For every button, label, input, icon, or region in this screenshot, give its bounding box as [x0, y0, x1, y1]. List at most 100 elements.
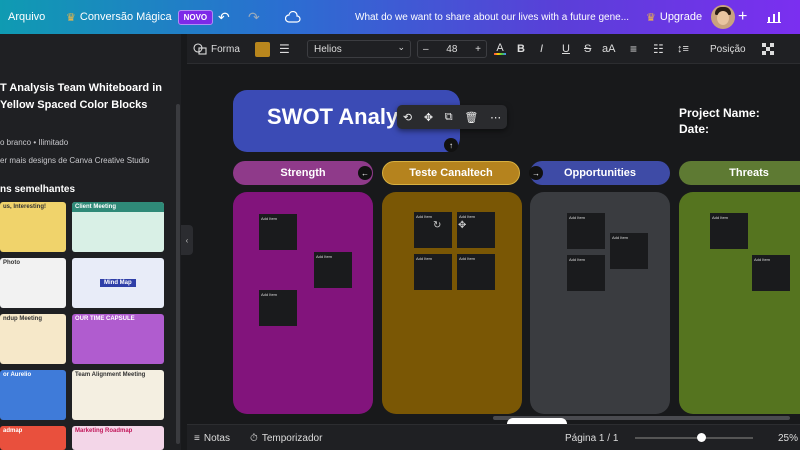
- sticky-note[interactable]: Add Item: [752, 255, 790, 291]
- template-thumb[interactable]: admap: [0, 426, 66, 450]
- text-color-button[interactable]: A: [493, 34, 507, 64]
- column-teste-canaltech[interactable]: Add Item Add Item Add Item Add Item ↻ ✥: [382, 192, 522, 414]
- crown-icon: ♛: [646, 11, 656, 24]
- sticky-note[interactable]: Add Item: [610, 233, 648, 269]
- color-swatch: [255, 41, 270, 57]
- thumb-label: Team Alignment Meeting: [75, 372, 146, 378]
- template-thumb[interactable]: Team Alignment Meeting: [72, 370, 164, 420]
- template-title: T Analysis Team Whiteboard in Yellow Spa…: [0, 82, 162, 111]
- document-title[interactable]: What do we want to share about our lives…: [355, 0, 629, 34]
- move-icon[interactable]: ✥: [458, 220, 466, 231]
- collapse-panel-button[interactable]: ‹: [181, 225, 193, 255]
- rotate-icon[interactable]: ⟲: [403, 111, 412, 124]
- increase-size-button[interactable]: +: [475, 44, 481, 55]
- template-thumb[interactable]: ndup Meeting: [0, 314, 66, 364]
- page-indicator-text: Página 1 / 1: [565, 432, 619, 444]
- position-button[interactable]: Posição: [710, 34, 746, 64]
- border-style-icon[interactable]: ☰: [279, 34, 290, 64]
- underline-button[interactable]: U: [562, 34, 570, 64]
- project-name-label: Project Name:: [679, 106, 760, 120]
- panel-scrollbar[interactable]: [176, 104, 180, 444]
- swot-title[interactable]: SWOT Analy: [267, 104, 398, 130]
- upgrade-button[interactable]: ♛ Upgrade: [646, 0, 702, 34]
- notes-button[interactable]: ≡ Notas: [194, 425, 230, 450]
- rotate-icon[interactable]: ↻: [433, 220, 441, 231]
- font-select[interactable]: Helios ⌄: [307, 40, 411, 58]
- arrow-up-icon[interactable]: ↑: [444, 138, 458, 152]
- trash-icon[interactable]: 🗑: [464, 111, 478, 124]
- sticky-note[interactable]: Add Item: [567, 213, 605, 249]
- similar-heading: ns semelhantes: [0, 184, 76, 195]
- sticky-note[interactable]: Add Item: [710, 213, 748, 249]
- thumb-label: ndup Meeting: [3, 316, 42, 322]
- zoom-slider[interactable]: [635, 437, 753, 439]
- header-threats[interactable]: Threats: [679, 161, 800, 185]
- shape-button[interactable]: Forma: [193, 34, 240, 64]
- arrow-left-icon[interactable]: ←: [358, 166, 372, 180]
- page-indicator[interactable]: Página 1 / 1: [565, 425, 618, 450]
- duplicate-icon[interactable]: ⧉: [445, 111, 453, 124]
- column-threats[interactable]: Add Item Add Item: [679, 192, 800, 414]
- crown-icon: ♛: [66, 11, 76, 24]
- decrease-size-button[interactable]: –: [423, 44, 429, 55]
- sticky-note[interactable]: Add Item: [259, 290, 297, 326]
- font-size-stepper[interactable]: – 48 +: [417, 40, 487, 58]
- sticky-note[interactable]: Add Item: [567, 255, 605, 291]
- header-strength[interactable]: Strength: [233, 161, 373, 185]
- column-opportunities[interactable]: Add Item Add Item Add Item: [530, 192, 670, 414]
- sticky-note[interactable]: Add Item: [414, 254, 452, 290]
- shape-label: Forma: [211, 43, 240, 55]
- avatar-face: [717, 11, 729, 25]
- template-thumb[interactable]: Photo: [0, 258, 66, 308]
- align-icon[interactable]: ≡: [630, 34, 637, 64]
- whiteboard-canvas[interactable]: SWOT Analy ⟲ ✥ ⧉ 🗑 ⋯ Project Name: Date:…: [193, 64, 800, 424]
- text-case-button[interactable]: aA: [602, 34, 615, 64]
- strikethrough-button[interactable]: S: [584, 34, 591, 64]
- template-thumb[interactable]: or Aurelio: [0, 370, 66, 420]
- sticky-note[interactable]: Add Item: [314, 252, 352, 288]
- date-label: Date:: [679, 122, 710, 136]
- template-thumb[interactable]: Mind Map: [72, 258, 164, 308]
- magic-switch-button[interactable]: ♛ Conversão Mágica NOVO: [66, 0, 214, 34]
- template-thumb[interactable]: Marketing Roadmap: [72, 426, 164, 450]
- italic-button[interactable]: I: [540, 34, 543, 64]
- template-meta: o branco • Ilimitado: [0, 138, 69, 147]
- zoom-level[interactable]: 25%: [778, 425, 798, 450]
- font-select-value: Helios: [314, 43, 342, 55]
- header-opportunities[interactable]: Opportunities: [530, 161, 670, 185]
- chevron-down-icon: ⌄: [397, 42, 405, 52]
- analytics-icon[interactable]: [767, 0, 781, 34]
- sticky-note[interactable]: Add Item: [457, 254, 495, 290]
- thumb-label: us, Interesting!: [3, 204, 47, 210]
- font-size-value[interactable]: 48: [446, 44, 457, 55]
- undo-icon[interactable]: ↶: [218, 0, 230, 34]
- move-icon[interactable]: ✥: [424, 111, 433, 124]
- zoom-slider-handle[interactable]: [697, 433, 706, 442]
- file-menu[interactable]: Arquivo: [8, 0, 45, 34]
- text-color-icon: A: [496, 42, 504, 54]
- template-thumb[interactable]: us, Interesting!: [0, 202, 66, 252]
- header-teste-canaltech[interactable]: Teste Canaltech: [382, 161, 520, 185]
- color-picker[interactable]: [255, 34, 270, 64]
- template-thumb[interactable]: Client Meeting: [72, 202, 164, 252]
- timer-label: Temporizador: [261, 432, 323, 444]
- transparency-icon[interactable]: [762, 34, 774, 64]
- cloud-save-icon[interactable]: [285, 0, 301, 34]
- add-button[interactable]: +: [738, 0, 747, 34]
- bold-button[interactable]: B: [517, 34, 525, 64]
- thumb-label: or Aurelio: [3, 372, 32, 378]
- timer-icon: ⏱: [250, 432, 258, 444]
- line-spacing-icon[interactable]: ↕≡: [677, 34, 689, 64]
- template-creator-link[interactable]: er mais designs de Canva Creative Studio: [0, 156, 149, 165]
- plus-icon: +: [738, 8, 748, 25]
- arrow-right-icon[interactable]: →: [529, 166, 543, 180]
- sticky-note[interactable]: Add Item: [259, 214, 297, 250]
- avatar[interactable]: [711, 5, 735, 29]
- timer-button[interactable]: ⏱ Temporizador: [250, 425, 322, 450]
- column-strength[interactable]: Add Item Add Item Add Item: [233, 192, 373, 414]
- header-label: Teste Canaltech: [409, 167, 493, 179]
- more-icon[interactable]: ⋯: [490, 111, 501, 124]
- redo-icon[interactable]: ↷: [248, 0, 260, 34]
- list-icon[interactable]: ☷: [653, 34, 664, 64]
- template-thumb[interactable]: OUR TIME CAPSULE: [72, 314, 164, 364]
